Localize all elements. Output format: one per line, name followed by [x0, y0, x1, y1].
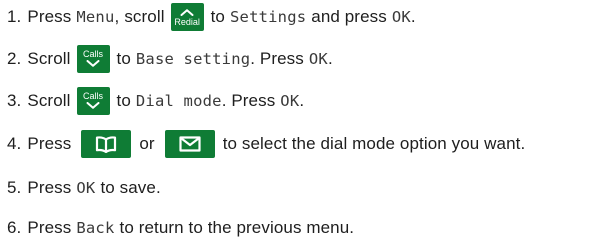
- key-label: Calls: [82, 49, 103, 59]
- step-number: 4.: [7, 134, 22, 153]
- calls-down-key: Calls: [76, 87, 110, 115]
- display-text-ok: OK: [308, 50, 328, 68]
- step-text: .: [327, 49, 333, 68]
- chevron-up-icon: [180, 9, 194, 16]
- display-text-menu: Menu: [76, 8, 115, 26]
- comma: ,: [114, 7, 120, 26]
- display-text-dial-mode: Dial mode: [135, 92, 222, 110]
- step-text: to: [210, 7, 225, 26]
- step-number: 6.: [7, 218, 22, 237]
- step-number: 1.: [7, 7, 22, 26]
- key-label: Calls: [82, 91, 103, 101]
- step-text: to select the dial mode option you want.: [222, 134, 526, 153]
- step-2: 2. Scroll Calls to Base setting. Press O…: [7, 44, 333, 74]
- chevron-down-icon: [86, 102, 100, 109]
- step-text: to: [116, 91, 131, 110]
- instruction-page: { "steps": [ { "number": "1.", "press": …: [0, 0, 605, 252]
- calls-down-key: Calls: [76, 45, 110, 73]
- envelope-icon: [179, 136, 201, 152]
- step-text: Press: [27, 134, 72, 153]
- step-3: 3. Scroll Calls to Dial mode. Press OK.: [7, 86, 304, 116]
- display-text-back: Back: [76, 219, 115, 237]
- step-number: 5.: [7, 178, 22, 197]
- step-text: to return to the previous menu.: [119, 218, 355, 237]
- key-label: Redial: [174, 17, 200, 27]
- phonebook-icon: [96, 136, 117, 153]
- step-text: to save.: [100, 178, 161, 197]
- step-text: Press: [27, 7, 72, 26]
- step-text: to: [116, 49, 131, 68]
- display-text-settings: Settings: [230, 8, 307, 26]
- step-text: and press: [311, 7, 387, 26]
- step-text: Scroll: [27, 91, 71, 110]
- display-text-base-setting: Base setting: [135, 50, 251, 68]
- step-text: or: [139, 134, 155, 153]
- step-number: 3.: [7, 91, 22, 110]
- step-4: 4. Press or to select the dial mode opti…: [7, 129, 525, 159]
- step-text: scroll: [124, 7, 165, 26]
- step-text: Scroll: [27, 49, 71, 68]
- step-text: Press: [27, 218, 72, 237]
- display-text-ok: OK: [76, 179, 96, 197]
- step-text: . Press: [221, 91, 276, 110]
- step-number: 2.: [7, 49, 22, 68]
- phonebook-key: [81, 130, 132, 158]
- redial-up-key: Redial: [170, 3, 204, 31]
- display-text-ok: OK: [280, 92, 300, 110]
- step-1: 1. Press Menu, scroll Redial to Settings…: [7, 2, 416, 32]
- step-text: . Press: [250, 49, 304, 68]
- display-text-ok: OK: [391, 8, 411, 26]
- step-text: .: [410, 7, 416, 26]
- step-text: Press: [27, 178, 72, 197]
- messages-key: [164, 130, 215, 158]
- step-6: 6. Press Back to return to the previous …: [7, 213, 354, 243]
- step-5: 5. Press OK to save.: [7, 173, 161, 203]
- chevron-down-icon: [86, 60, 100, 67]
- step-text: .: [299, 91, 305, 110]
